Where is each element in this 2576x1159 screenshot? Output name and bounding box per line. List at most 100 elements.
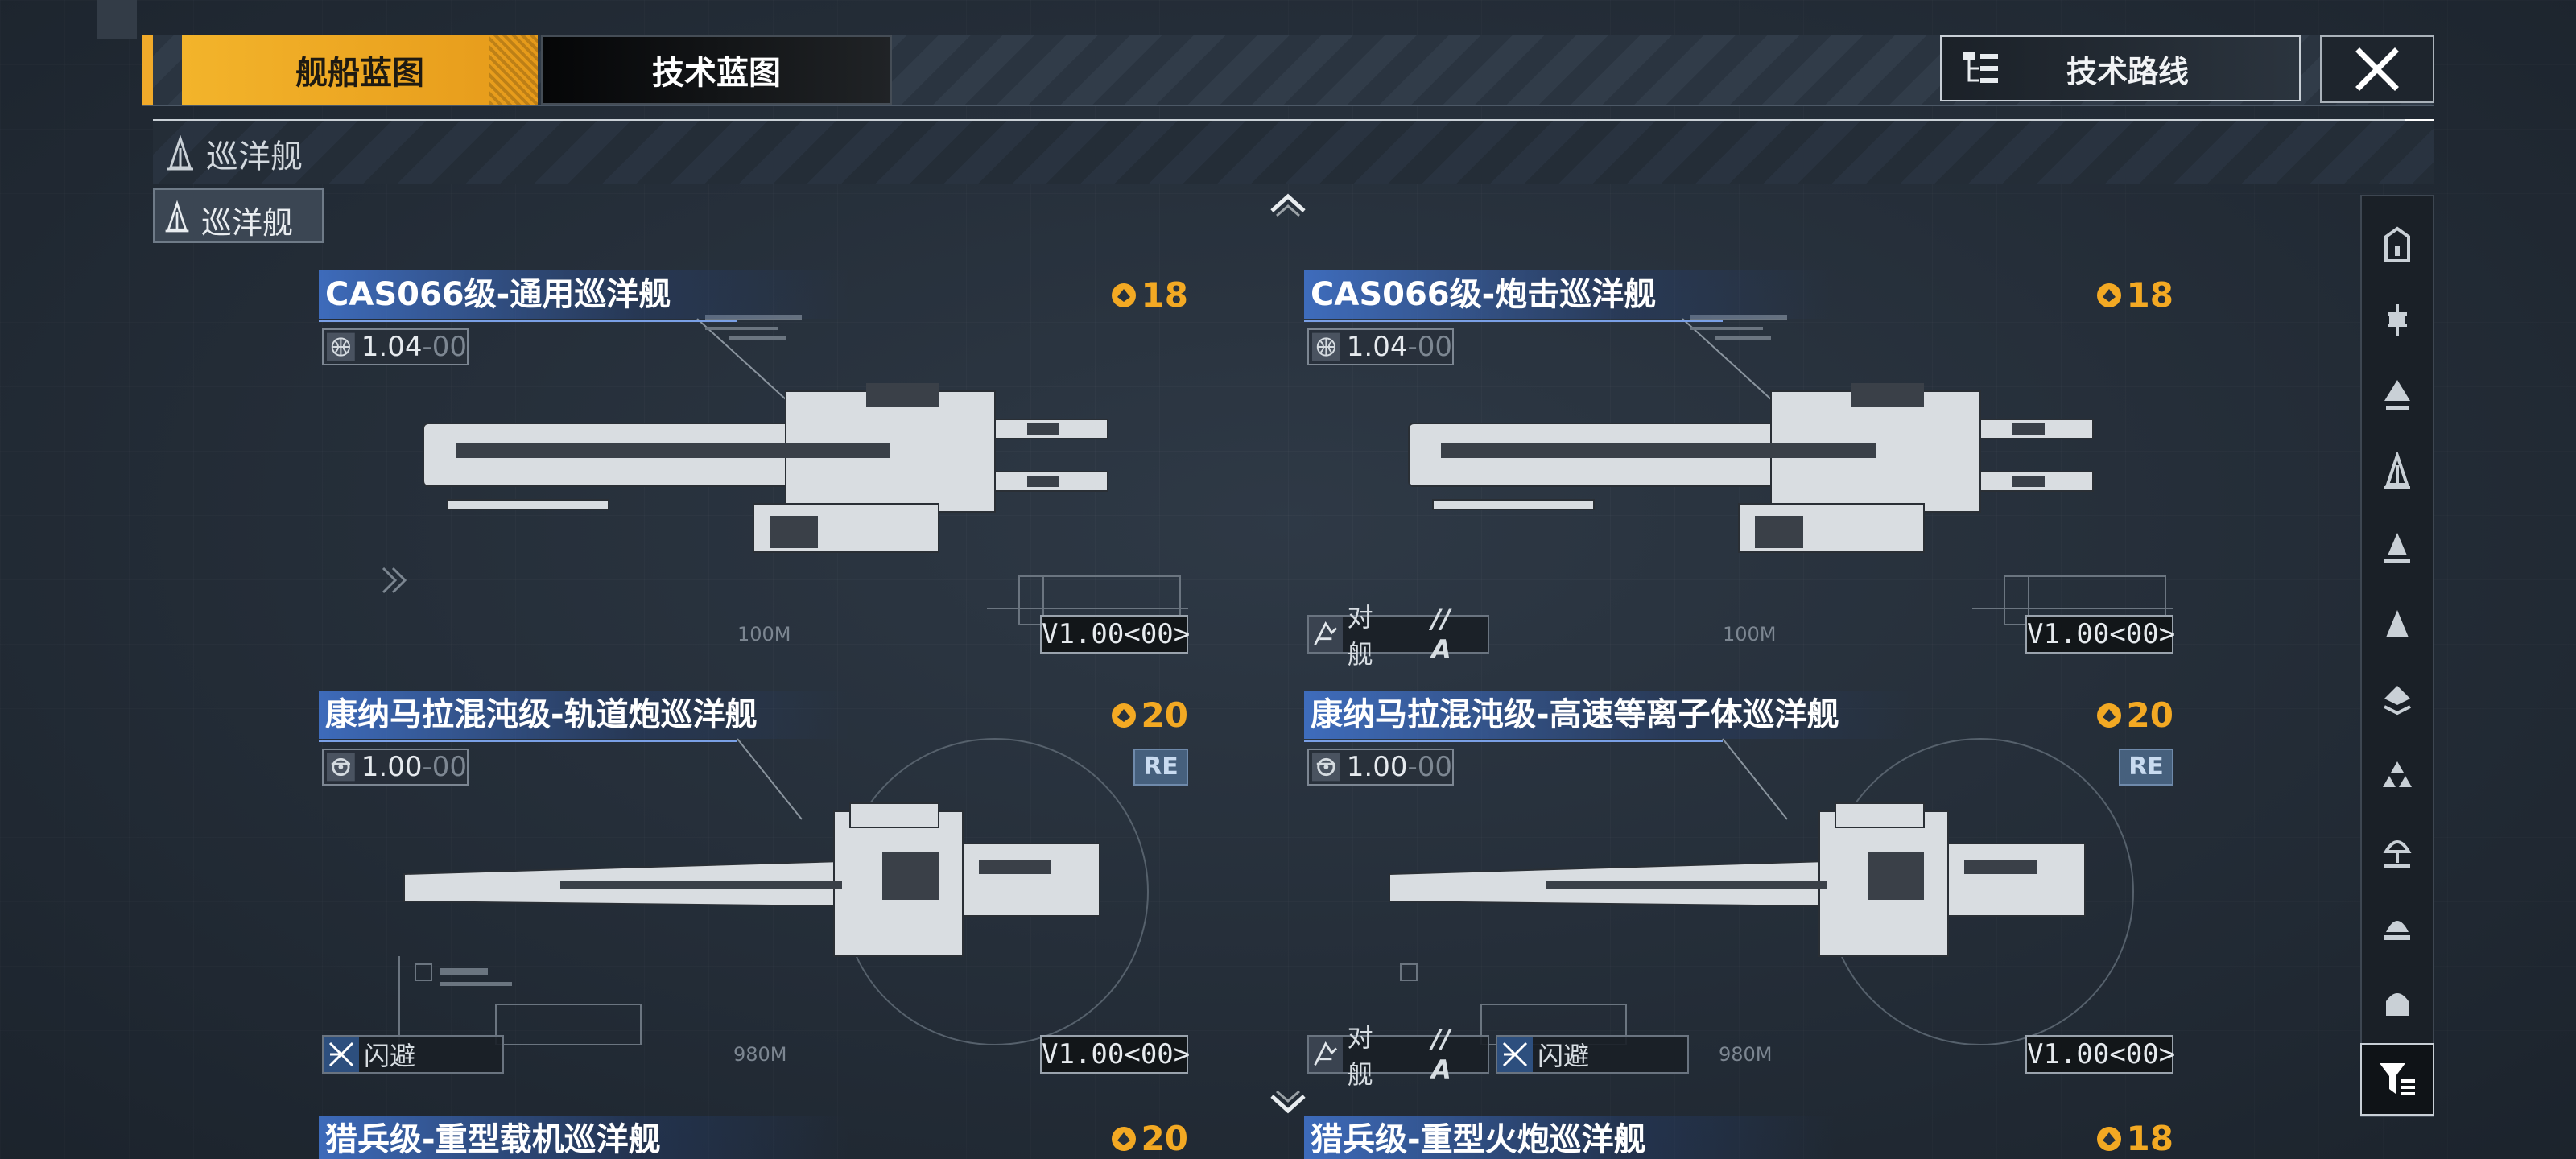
ship-class-1-icon: [2384, 226, 2410, 262]
tab-ship-blueprint-label: 舰船蓝图: [295, 55, 424, 92]
version-code: V1.00<00>: [1040, 615, 1190, 654]
filter-ship-class-6[interactable]: [2368, 594, 2426, 652]
close-button[interactable]: [2320, 35, 2434, 103]
version-suffix: -00: [422, 751, 467, 783]
top-bar: 舰船蓝图 技术蓝图 技术路线: [142, 35, 2434, 106]
tag-anti-ship: 对舰 // A: [1307, 602, 1489, 670]
globe-icon: [327, 332, 355, 361]
version-box: 1.00-00: [1307, 749, 1454, 786]
category-bar: 巡洋舰: [153, 119, 2434, 184]
ship-cost-value: 20: [1141, 1119, 1188, 1158]
ship-class-4-icon: [2384, 452, 2410, 489]
ship-name: 猎兵级-重型载机巡洋舰: [319, 1116, 850, 1159]
tech-route-button[interactable]: 技术路线: [1940, 35, 2301, 101]
ship-name: 康纳马拉混沌级-高速等离子体巡洋舰: [1304, 691, 1916, 742]
tag-suffix: // A: [1431, 604, 1451, 665]
version-box: 1.00-00: [322, 749, 469, 786]
gear-icon: [1312, 753, 1340, 782]
distance-label: 100M: [737, 623, 791, 645]
ship-cost-value: 18: [2126, 275, 2174, 315]
ship-class-5-icon: [2384, 533, 2410, 563]
filter-ship-class-8[interactable]: [2368, 745, 2426, 803]
category-label: 巡洋舰: [206, 138, 303, 175]
filter-ship-class-4[interactable]: [2368, 443, 2426, 501]
distance-label: 980M: [1719, 1043, 1773, 1066]
ship-class-filter-bar: [2360, 195, 2434, 1117]
tag-label: 对舰: [1347, 602, 1373, 670]
tag-label: 闪避: [1538, 1041, 1590, 1071]
distance-label: 100M: [1723, 623, 1777, 645]
ship-card[interactable]: CAS066级-炮击巡洋舰 18 1.04-00 对舰 // A 100M V1…: [1304, 270, 2175, 670]
scroll-up-icon[interactable]: [1264, 187, 1312, 219]
version-box: 1.04-00: [322, 328, 469, 365]
version-suffix: -00: [1407, 331, 1452, 363]
version-box: 1.04-00: [1307, 328, 1454, 365]
filter-ship-class-1[interactable]: [2368, 216, 2426, 274]
ship-cost: 20: [1109, 1119, 1188, 1158]
tree-icon: [1963, 52, 1998, 83]
ship-cost-value: 20: [1141, 695, 1188, 735]
ship-blueprint-image: [398, 738, 1149, 1045]
version-suffix: -00: [422, 331, 467, 363]
gear-icon: [327, 753, 355, 782]
tab-ship-blueprint[interactable]: 舰船蓝图: [182, 35, 538, 105]
ship-name: CAS066级-通用巡洋舰: [319, 270, 850, 322]
ship-class-11-icon: [2386, 993, 2409, 1016]
ship-cost: 20: [1109, 695, 1188, 735]
ship-card[interactable]: 康纳马拉混沌级-高速等离子体巡洋舰 20 1.00-00 RE 对舰 // A …: [1304, 691, 2175, 1090]
tag-evasion: 闪避: [1496, 1035, 1689, 1074]
filter-ship-class-7[interactable]: [2368, 670, 2426, 728]
ship-card[interactable]: CAS066级-通用巡洋舰 18 1.04-00 100M V1.00<00>: [319, 270, 1190, 654]
coin-icon: [1111, 283, 1136, 307]
tag-suffix: // A: [1431, 1024, 1451, 1085]
subtab-label: 巡洋舰: [201, 205, 294, 241]
ship-cost: 18: [2095, 1119, 2174, 1158]
version-code: V1.00<00>: [2025, 1035, 2175, 1074]
cruiser-icon: [165, 200, 189, 233]
cruiser-icon: [167, 135, 193, 171]
filter-ship-class-2[interactable]: [2368, 291, 2426, 349]
ship-class-8-icon: [2383, 761, 2412, 787]
filter-ship-class-9[interactable]: [2368, 821, 2426, 879]
version-code: V1.00<00>: [2025, 615, 2175, 654]
ship-blueprint-image: [1389, 738, 2134, 1045]
coin-icon: [2096, 1126, 2121, 1151]
ship-class-10-icon: [2384, 921, 2410, 940]
subtab-cruiser[interactable]: 巡洋舰: [153, 188, 324, 243]
ship-cost-value: 20: [2126, 695, 2174, 735]
filter-button[interactable]: [2360, 1043, 2434, 1116]
tech-route-label: 技术路线: [2066, 53, 2189, 89]
tab-tech-blueprint[interactable]: 技术蓝图: [541, 35, 892, 105]
ship-cost: 20: [2095, 695, 2174, 735]
version-value: 1.04: [1346, 331, 1408, 363]
filter-ship-class-5[interactable]: [2368, 518, 2426, 576]
ship-tags: 闪避: [322, 1035, 504, 1074]
ship-tags: 对舰 // A: [1307, 602, 1489, 670]
ship-card[interactable]: 康纳马拉混沌级-轨道炮巡洋舰 20 1.00-00 RE 闪避 980M V1.…: [319, 691, 1190, 1074]
ship-class-2-icon: [2388, 304, 2407, 336]
anti-ship-icon: [1309, 617, 1343, 652]
ship-cost-value: 18: [2126, 1119, 2174, 1158]
coin-icon: [2096, 283, 2121, 307]
ship-blueprint-image: [1408, 315, 2174, 625]
coin-icon: [1111, 1126, 1136, 1151]
re-badge: RE: [1133, 749, 1188, 786]
tag-label: 闪避: [364, 1041, 416, 1071]
evasion-icon: [1497, 1037, 1533, 1072]
ship-cost: 18: [2095, 275, 2174, 315]
filter-ship-class-10[interactable]: [2368, 897, 2426, 955]
ship-card-peek[interactable]: 猎兵级-重型火炮巡洋舰 18: [1304, 1116, 2174, 1159]
filter-ship-class-11[interactable]: [2368, 972, 2426, 1030]
top-bar-accent: [142, 35, 153, 105]
version-value: 1.00: [1346, 751, 1408, 783]
filter-ship-class-3[interactable]: [2368, 367, 2426, 425]
ship-cost: 18: [1109, 275, 1188, 315]
globe-icon: [1312, 332, 1340, 361]
ship-class-9-icon: [2383, 840, 2412, 868]
ship-tags: 对舰 // A 闪避: [1307, 1022, 1689, 1090]
close-icon: [2355, 47, 2399, 91]
ship-name: CAS066级-炮击巡洋舰: [1304, 270, 1835, 322]
tag-label: 对舰: [1347, 1022, 1373, 1090]
ship-card-peek[interactable]: 猎兵级-重型载机巡洋舰 20: [319, 1116, 1188, 1159]
anti-ship-icon: [1309, 1037, 1343, 1072]
